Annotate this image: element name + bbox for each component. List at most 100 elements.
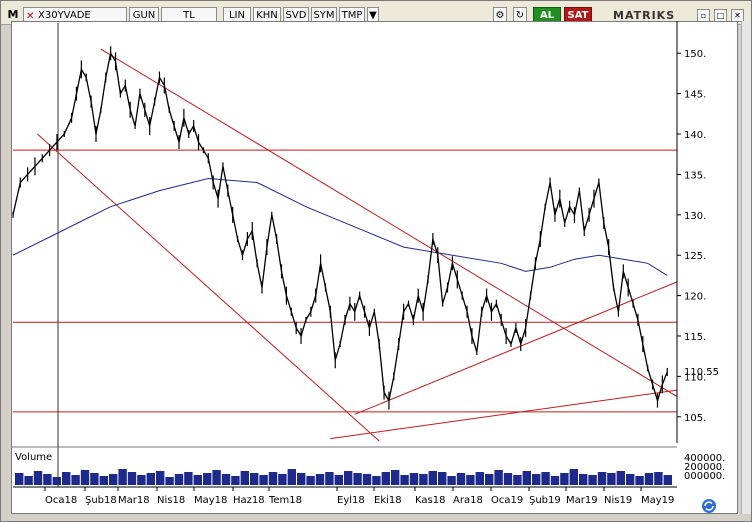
y-axis: 105.110.115.120.125.130.135.140.145.150.… [676,21,719,443]
y-tick-label: 140. [684,130,706,141]
volume-bar [33,471,43,485]
x-tick-label: Şub19 [529,495,561,506]
volume-bar [400,475,409,485]
volume-bar [644,473,654,485]
volume-bar [165,477,174,485]
y-tick-label: 120. [684,292,706,303]
x-tick-label: Şub18 [85,495,117,506]
x-tick-label: Oca19 [491,495,523,506]
volume-bar [109,474,118,485]
current-value-label: 110.55 [684,367,719,378]
volume-bar [174,474,184,485]
price-line [12,46,668,410]
volume-bar [428,471,437,485]
volume-bar [494,470,503,485]
volume-bar [52,477,61,485]
volume-bar [221,474,231,485]
volume-bar [456,473,466,485]
y-tick-label: 105. [684,413,706,424]
price-path [12,51,668,403]
volume-bar [475,472,484,485]
vertical-scrollbar[interactable] [741,21,751,514]
x-tick-label: Nis19 [604,495,632,506]
volume-bar [550,476,560,485]
volume-bar [203,473,212,485]
y-tick-label: 115. [684,332,706,343]
volume-bar [80,470,90,485]
volume-bar [287,469,296,485]
channel-lower-line [37,133,380,442]
y-tick-label: 135. [684,170,706,181]
volume-bar [579,474,588,485]
volume-bar [607,473,616,485]
volume-bar [616,471,625,485]
y-tick-label: 150. [684,49,706,60]
volume-bar [466,475,475,485]
volume-panel: Volume 400000.200000.000000. [11,446,725,485]
volume-bar [344,471,353,485]
x-tick-label: Haz18 [233,495,265,506]
ascending-trendline [354,281,678,415]
volume-bar [24,476,33,485]
volume-bar [663,475,672,485]
volume-bar [268,472,278,485]
volume-bar [391,470,400,485]
volume-bar [372,476,381,485]
volume-bar [438,472,447,485]
x-tick-label: Nis18 [157,495,185,506]
volume-bar [43,474,52,485]
x-tick-label: Kas18 [415,495,445,506]
volume-bar [447,476,456,485]
volume-bar [62,472,71,485]
x-axis: Oca18 Şub18 Mar18 Nis18 May18 Haz18 Tem18 Eyl18… [13,486,677,506]
volume-bar [137,475,146,485]
volume-label: Volume [15,452,52,463]
price-chart[interactable]: 105.110.115.120.125.130.135.140.145.150.… [1,1,752,522]
volume-bar [325,472,334,485]
volume-bar [419,474,428,485]
volume-bar [353,473,362,485]
volume-bar [184,472,193,485]
volume-bar [569,469,578,485]
trendlines [13,48,678,442]
volume-bar [597,472,607,485]
volume-bar [259,475,268,485]
volume-bar [156,471,165,485]
y-tick-label: 130. [684,211,706,222]
x-tick-label: Mar19 [566,495,598,506]
volume-bar [212,470,221,485]
volume-bar [541,472,550,485]
x-tick-label: May18 [194,495,227,506]
y-tick-label: 125. [684,251,706,262]
volume-bar [513,475,522,485]
volume-bar [90,473,99,485]
volume-bar [240,471,249,485]
volume-bar [146,473,155,485]
volume-bar [635,476,644,485]
matriks-chart-window: M ✕ X30YVADE GUN TL LIN KHN SVD SYM TMP … [0,0,752,522]
volume-bar [334,475,343,485]
x-tick-label: Mar18 [118,495,150,506]
volume-bar [532,474,541,485]
volume-bar [71,475,80,485]
volume-bar [588,475,597,485]
x-tick-label: Oca18 [45,495,77,506]
descending-trendline [100,48,678,397]
x-tick-label: May19 [641,495,674,506]
support-trendline [330,389,678,440]
volume-bar [654,472,663,485]
volume-bar [99,476,108,485]
volume-bar [306,476,315,485]
volume-bar [409,473,419,485]
volume-axis-label: 000000. [684,471,725,482]
x-tick-label: Ara18 [453,495,483,506]
x-tick-label: Tem18 [268,495,302,506]
volume-bar [485,474,494,485]
volume-bar [278,474,287,485]
volume-bar [127,472,137,485]
volume-bar [250,473,259,485]
volume-bar [362,474,372,485]
scroll-sync-icon[interactable] [701,498,717,514]
volume-bar [560,473,569,485]
volume-bar [15,473,24,485]
